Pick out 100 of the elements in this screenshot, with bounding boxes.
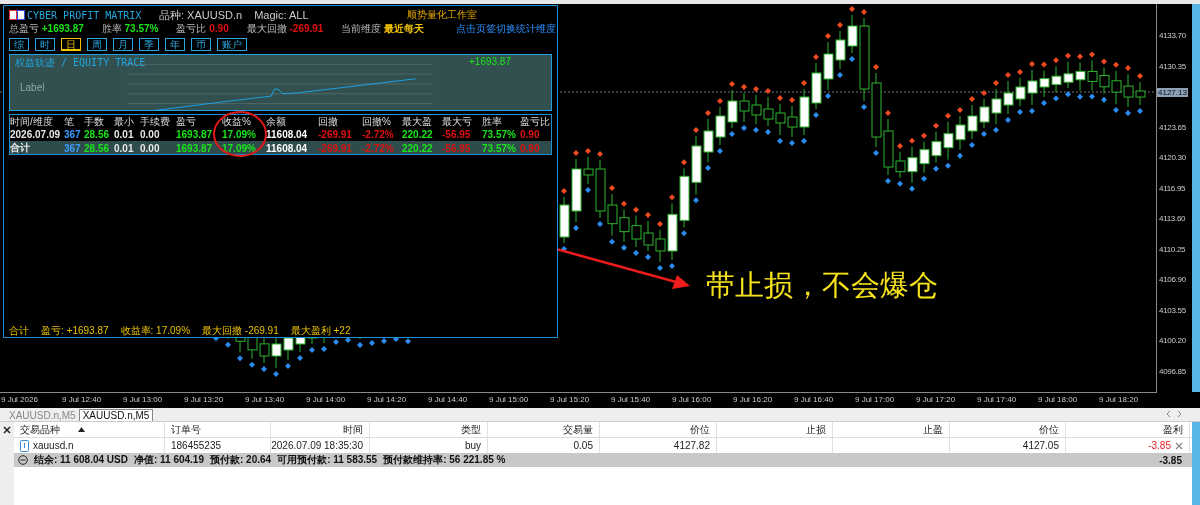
- time-label: 9 Jul 13:20: [184, 394, 225, 406]
- time-label: 9 Jul 18:20: [1099, 394, 1140, 406]
- time-label: 9 Jul 14:20: [367, 394, 408, 406]
- time-label: 9 Jul 12:40: [62, 394, 103, 406]
- price-label: 4133.70: [1159, 31, 1186, 40]
- price-label: 4100.20: [1159, 336, 1186, 345]
- document-icon: [20, 439, 29, 452]
- table-cell: 2026.07.09 18:35:30: [271, 440, 363, 451]
- account-summary: 可用预付款: 11 583.55: [277, 453, 378, 467]
- column-header: 盈利: [1066, 422, 1190, 437]
- equity-label: Label: [20, 82, 45, 93]
- table-cell: -3.85: [1148, 440, 1171, 451]
- column-header: 交易品种: [14, 422, 165, 437]
- table-cell-text: 0.01: [114, 129, 135, 140]
- footer-stat: 最大盈利 +22: [290, 324, 351, 336]
- price-label: 4113.60: [1159, 214, 1186, 223]
- account-summary: 预付款: 20.64: [210, 453, 272, 467]
- dimension-tab[interactable]: 币: [191, 38, 211, 51]
- column-header: 止盈: [833, 422, 950, 437]
- hint-text: 点击页签切换统计维度: [456, 21, 557, 36]
- table-cell-text: -2.72%: [362, 142, 395, 154]
- table-cell: 4127.05: [1022, 440, 1059, 451]
- column-header: 胜率: [482, 115, 503, 129]
- time-label: 9 Jul 16:20: [733, 394, 774, 406]
- column-header: 回撤: [318, 115, 339, 129]
- table-cell-text: 17.09%: [222, 142, 257, 154]
- column-header: 最小: [114, 115, 135, 129]
- table-cell-text: 367: [64, 142, 82, 154]
- price-label: 4103.55: [1159, 305, 1186, 315]
- column-header: 盈亏: [176, 115, 197, 129]
- column-header: 类型: [370, 422, 488, 437]
- time-label: 9 Jul 15:00: [489, 394, 530, 406]
- table-cell-text: 11608.04: [266, 142, 309, 154]
- column-header: 收益%: [222, 115, 252, 129]
- panel-title: CYBER PROFIT MATRIX: [27, 9, 143, 21]
- time-label: 9 Jul 14:00: [306, 394, 347, 406]
- footer-stat: 最大回撤 -269.91: [202, 324, 279, 336]
- stat-label: 当前维度 最近每天: [341, 21, 425, 36]
- dimension-tab[interactable]: 季: [139, 38, 159, 51]
- column-header: 手数: [84, 115, 105, 129]
- stat-label: 总盈亏 +1693.87: [9, 21, 84, 36]
- dimension-tab[interactable]: 日: [61, 38, 81, 51]
- magic-label: Magic: ALL: [254, 9, 309, 21]
- stat-label: 胜率 73.57%: [101, 21, 159, 36]
- sort-arrow-icon: [78, 427, 85, 432]
- price-label: 4120.30: [1159, 153, 1186, 162]
- table-cell-text: -269.91: [318, 129, 353, 140]
- symbol-label: 品种: XAUUSD.n: [159, 7, 243, 23]
- studio-name: 顺势量化工作室: [407, 8, 477, 22]
- dimension-tab[interactable]: 年: [165, 38, 185, 51]
- dimension-tab[interactable]: 月: [113, 38, 133, 51]
- footer-stat: 盈亏: +1693.87: [41, 324, 109, 336]
- footer-stat: 合计: [9, 324, 29, 336]
- time-label: 9 Jul 18:00: [1038, 394, 1079, 406]
- table-cell-text: 1693.87: [176, 142, 214, 154]
- table-cell-text: -2.72%: [362, 129, 395, 140]
- scroll-arrows-icon[interactable]: [1166, 410, 1182, 418]
- time-label: 9 Jul 15:20: [550, 394, 591, 406]
- highlight-circle: [212, 110, 268, 158]
- close-icon[interactable]: [3, 426, 11, 434]
- price-label: 4106.90: [1159, 275, 1186, 284]
- table-cell-text: 0.90: [520, 129, 541, 140]
- time-label: 9 Jul 13:00: [123, 394, 164, 406]
- equity-title: 权益轨迹 / EQUITY TRACE: [15, 56, 146, 70]
- table-cell-text: 0.01: [114, 142, 135, 154]
- price-label: 4116.95: [1159, 183, 1186, 193]
- table-cell-text: 0.90: [520, 142, 541, 154]
- account-summary: 预付款维持率: 56 221.85 %: [383, 453, 506, 467]
- table-cell-text: 2026.07.09: [10, 129, 62, 140]
- table-cell-text: 73.57%: [482, 129, 517, 140]
- table-cell: 4127.82: [673, 440, 710, 451]
- dimension-tab[interactable]: 综: [9, 38, 29, 51]
- table-cell-text: 220.22: [402, 129, 434, 140]
- table-cell-text: 11608.04: [266, 129, 309, 140]
- dimension-tab[interactable]: 周: [87, 38, 107, 51]
- collapse-icon[interactable]: [18, 455, 28, 465]
- table-cell-text: -56.95: [442, 142, 472, 154]
- price-label: 4110.25: [1159, 244, 1186, 254]
- column-header: 价位: [600, 422, 717, 437]
- table-cell-text: 17.09%: [222, 129, 257, 140]
- table-cell-text: 1693.87: [176, 129, 214, 140]
- dimension-tab[interactable]: 账户: [217, 38, 247, 51]
- column-header: 最大亏: [442, 115, 473, 129]
- column-header: 时间: [271, 422, 370, 437]
- table-cell-text: 367: [64, 129, 82, 140]
- table-cell-text: 28.56: [84, 142, 111, 154]
- dimension-tab[interactable]: 时: [35, 38, 55, 51]
- chart-tab[interactable]: XAUUSD.n,M5: [78, 409, 154, 421]
- table-cell-text: 220.22: [402, 142, 434, 154]
- price-label: 4130.35: [1159, 61, 1186, 71]
- column-header: 盈亏比: [520, 115, 551, 129]
- account-summary: 净值: 11 604.19: [133, 453, 204, 467]
- column-header: 余额: [266, 115, 287, 129]
- time-label: 9 Jul 15:40: [611, 394, 652, 406]
- price-label: 4096.85: [1159, 366, 1186, 376]
- column-header: 回撤%: [362, 115, 392, 129]
- table-cell: 0.05: [573, 440, 593, 451]
- table-cell-text: -56.95: [442, 129, 472, 140]
- time-label: 9 Jul 16:40: [794, 394, 835, 406]
- column-header: 订单号: [165, 422, 271, 437]
